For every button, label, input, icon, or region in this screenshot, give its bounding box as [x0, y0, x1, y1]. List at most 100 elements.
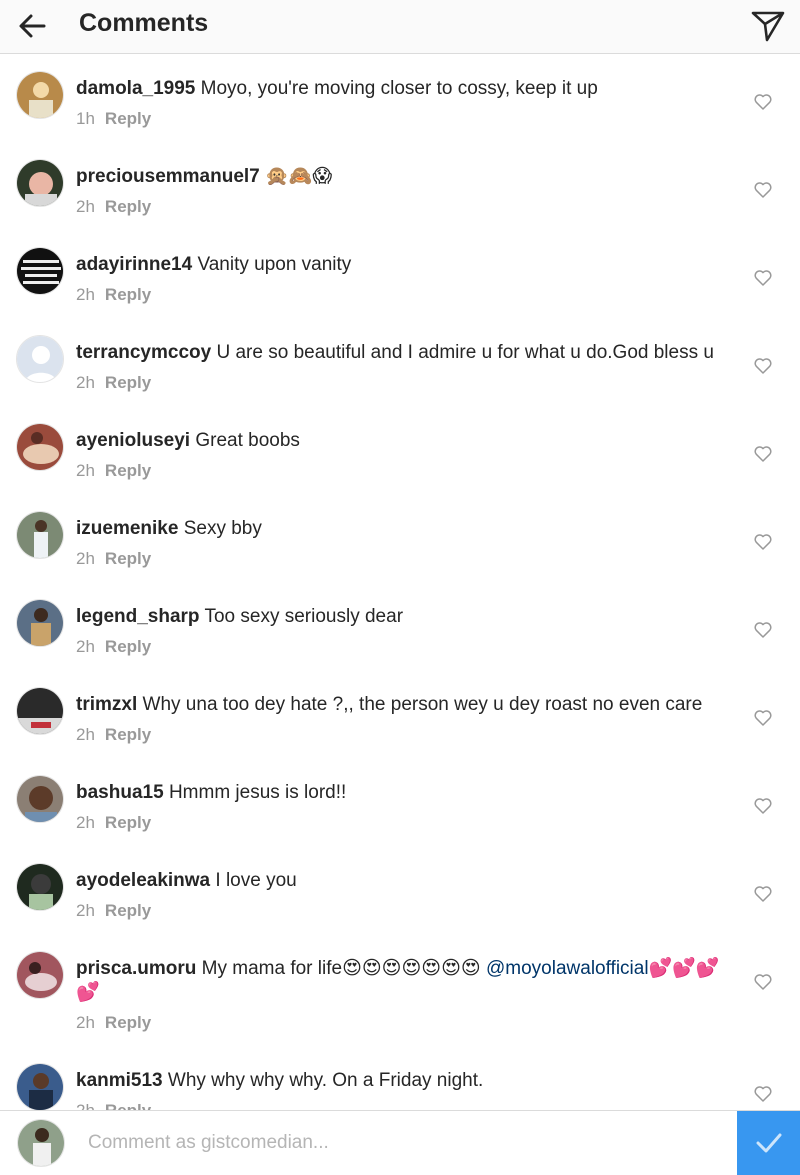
page-title: Comments: [79, 9, 209, 37]
comment-time: 2h: [76, 1013, 95, 1032]
reply-button[interactable]: Reply: [105, 725, 151, 744]
reply-button[interactable]: Reply: [105, 373, 151, 392]
comment-username[interactable]: ayodeleakinwa: [76, 870, 210, 891]
comment-text: trimzxl Why una too dey hate ?,, the per…: [76, 693, 736, 717]
comment-list[interactable]: damola_1995 Moyo, you're moving closer t…: [0, 55, 800, 1110]
reply-button[interactable]: Reply: [105, 901, 151, 920]
comment-meta: 2h Reply: [76, 1101, 151, 1110]
comment-text: ayodeleakinwa I love you: [76, 869, 736, 893]
comment-time: 2h: [76, 461, 95, 480]
comment-body: Vanity upon vanity: [197, 254, 352, 275]
avatar[interactable]: [16, 951, 64, 999]
back-arrow-icon[interactable]: [16, 9, 50, 43]
comment-meta: 2h Reply: [76, 637, 151, 657]
reply-button[interactable]: Reply: [105, 461, 151, 480]
comment-meta: 2h Reply: [76, 461, 151, 481]
comment-composer: [0, 1110, 800, 1175]
mention-link[interactable]: @moyolawalofficial: [486, 958, 649, 979]
top-bar: Comments: [0, 0, 800, 54]
comment-text: prisca.umoru My mama for life😍😍😍😍😍😍😍 @mo…: [76, 957, 736, 1005]
comment-username[interactable]: kanmi513: [76, 1070, 163, 1091]
reply-button[interactable]: Reply: [105, 1101, 151, 1110]
like-heart-icon[interactable]: [754, 357, 772, 375]
avatar[interactable]: [16, 775, 64, 823]
comment-body: U are so beautiful and I admire u for wh…: [216, 342, 714, 363]
avatar[interactable]: [16, 159, 64, 207]
comment-time: 2h: [76, 197, 95, 216]
comment-username[interactable]: ayenioluseyi: [76, 430, 190, 451]
like-heart-icon[interactable]: [754, 621, 772, 639]
reply-button[interactable]: Reply: [105, 1013, 151, 1032]
comment-time: 2h: [76, 813, 95, 832]
comment-input[interactable]: [88, 1129, 718, 1157]
comment-username[interactable]: adayirinne14: [76, 254, 192, 275]
checkmark-icon: [756, 1133, 782, 1153]
avatar[interactable]: [16, 335, 64, 383]
like-heart-icon[interactable]: [754, 93, 772, 111]
avatar[interactable]: [16, 599, 64, 647]
avatar[interactable]: [16, 511, 64, 559]
comment-username[interactable]: bashua15: [76, 782, 164, 803]
comment-time: 2h: [76, 1101, 95, 1110]
avatar[interactable]: [16, 247, 64, 295]
like-heart-icon[interactable]: [754, 797, 772, 815]
reply-button[interactable]: Reply: [105, 637, 151, 656]
comment-username[interactable]: trimzxl: [76, 694, 137, 715]
like-heart-icon[interactable]: [754, 181, 772, 199]
comment-meta: 2h Reply: [76, 1013, 151, 1033]
comment-meta: 1h Reply: [76, 109, 151, 129]
comment-text: adayirinne14 Vanity upon vanity: [76, 253, 736, 277]
comment-username[interactable]: legend_sharp: [76, 606, 200, 627]
comment-time: 1h: [76, 109, 95, 128]
like-heart-icon[interactable]: [754, 709, 772, 727]
comment-body: Moyo, you're moving closer to cossy, kee…: [200, 78, 598, 99]
comment-meta: 2h Reply: [76, 901, 151, 921]
like-heart-icon[interactable]: [754, 445, 772, 463]
current-user-avatar: [17, 1119, 65, 1167]
comment-username[interactable]: izuemenike: [76, 518, 178, 539]
comment-body: Great boobs: [195, 430, 300, 451]
comment-text: legend_sharp Too sexy seriously dear: [76, 605, 736, 629]
comment-text: damola_1995 Moyo, you're moving closer t…: [76, 77, 736, 101]
comment-username[interactable]: damola_1995: [76, 78, 195, 99]
reply-button[interactable]: Reply: [105, 813, 151, 832]
reply-button[interactable]: Reply: [105, 197, 151, 216]
reply-button[interactable]: Reply: [105, 109, 151, 128]
comment-username[interactable]: prisca.umoru: [76, 958, 196, 979]
reply-button[interactable]: Reply: [105, 549, 151, 568]
comment-meta: 2h Reply: [76, 285, 151, 305]
avatar[interactable]: [16, 863, 64, 911]
comment-text: terrancymccoy U are so beautiful and I a…: [76, 341, 736, 365]
comment-time: 2h: [76, 549, 95, 568]
like-heart-icon[interactable]: [754, 885, 772, 903]
reply-button[interactable]: Reply: [105, 285, 151, 304]
avatar[interactable]: [16, 71, 64, 119]
comment-time: 2h: [76, 285, 95, 304]
avatar[interactable]: [16, 687, 64, 735]
comment-meta: 2h Reply: [76, 725, 151, 745]
avatar[interactable]: [16, 1063, 64, 1110]
comment-time: 2h: [76, 725, 95, 744]
comment-username[interactable]: terrancymccoy: [76, 342, 211, 363]
comment-body: I love you: [215, 870, 297, 891]
comment-time: 2h: [76, 901, 95, 920]
comment-body: 🙊🙈😱: [265, 166, 333, 187]
post-comment-button[interactable]: [737, 1111, 800, 1175]
comment-text: preciousemmanuel7 🙊🙈😱: [76, 165, 736, 189]
like-heart-icon[interactable]: [754, 269, 772, 287]
like-heart-icon[interactable]: [754, 1085, 772, 1103]
like-heart-icon[interactable]: [754, 973, 772, 991]
comment-body: Hmmm jesus is lord!!: [168, 782, 347, 803]
comment-meta: 2h Reply: [76, 197, 151, 217]
comment-username[interactable]: preciousemmanuel7: [76, 166, 260, 187]
comment-meta: 2h Reply: [76, 813, 151, 833]
comment-meta: 2h Reply: [76, 549, 151, 569]
comment-body: My mama for life😍😍😍😍😍😍😍: [201, 958, 486, 979]
comment-body: Why una too dey hate ?,, the person wey …: [142, 694, 703, 715]
avatar[interactable]: [16, 423, 64, 471]
comment-time: 2h: [76, 637, 95, 656]
direct-message-icon[interactable]: [750, 7, 786, 43]
comment-body: Sexy bby: [183, 518, 262, 539]
comment-time: 2h: [76, 373, 95, 392]
like-heart-icon[interactable]: [754, 533, 772, 551]
